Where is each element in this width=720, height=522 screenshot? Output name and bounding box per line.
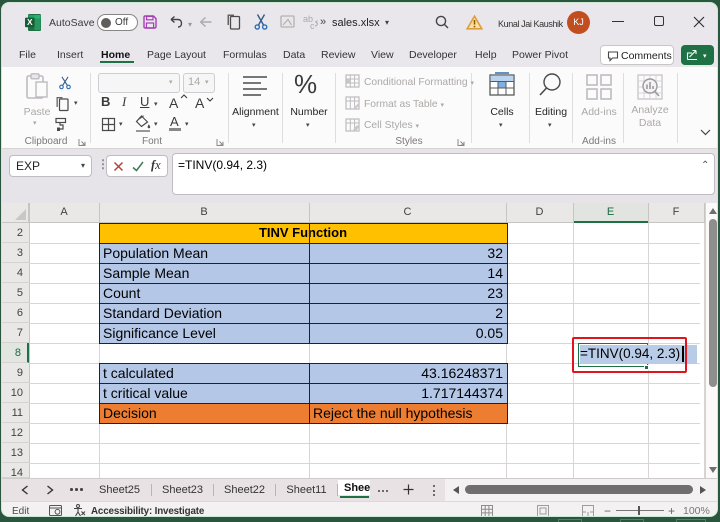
svg-text:c: c bbox=[310, 21, 315, 31]
svg-text:X: X bbox=[27, 17, 33, 27]
